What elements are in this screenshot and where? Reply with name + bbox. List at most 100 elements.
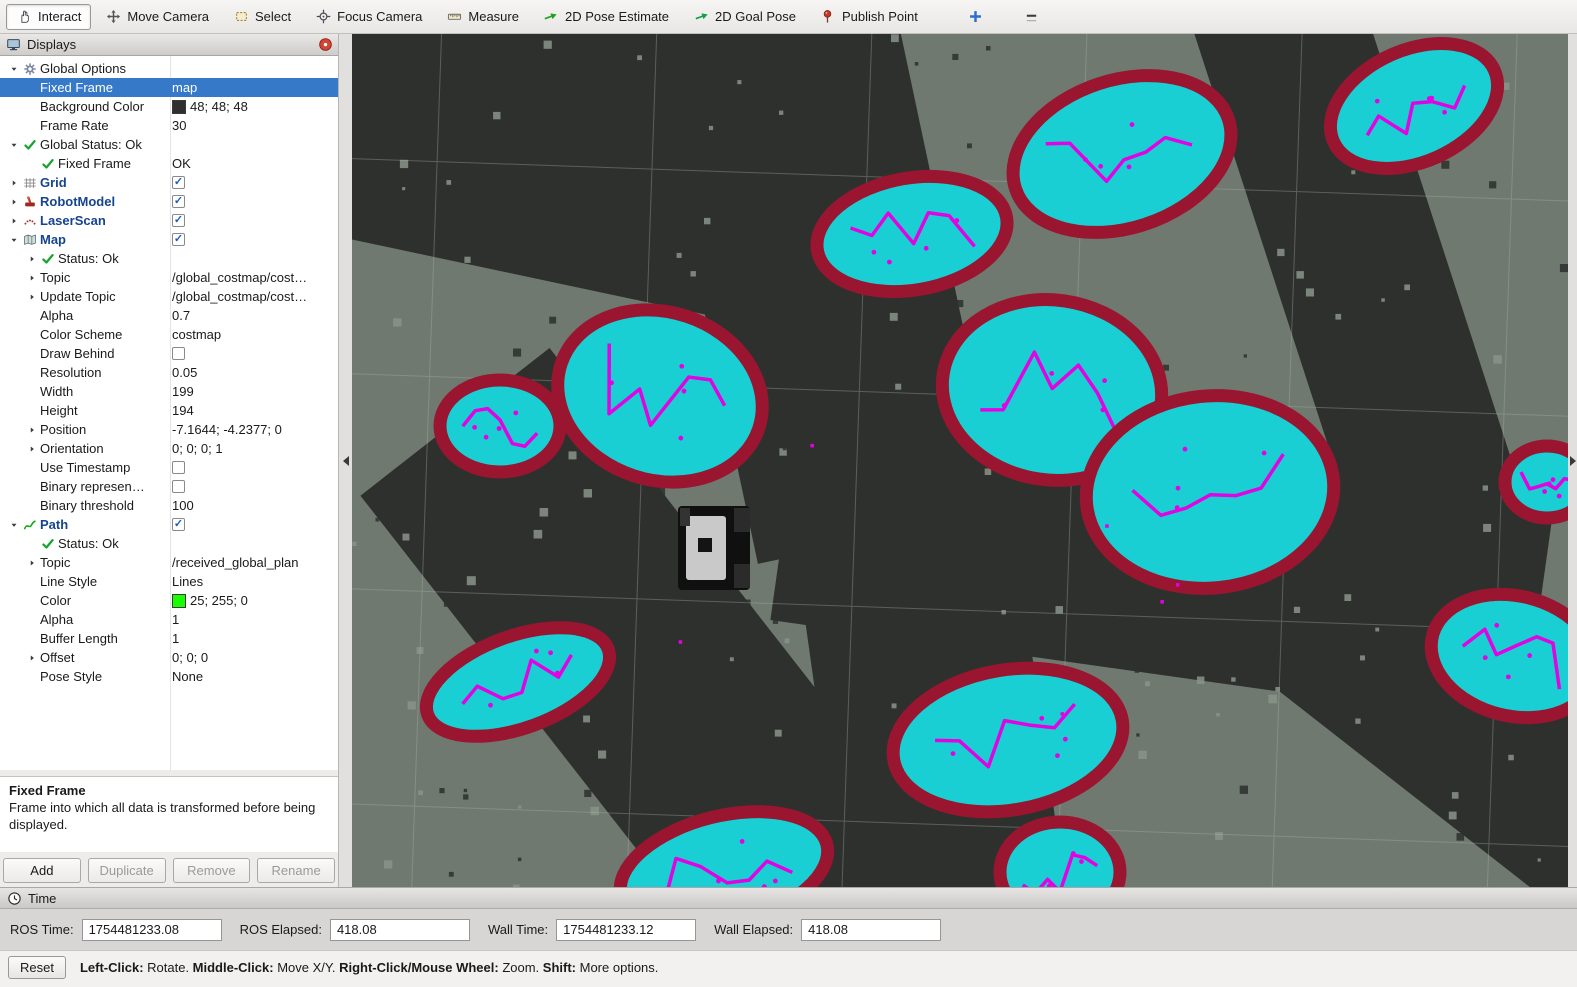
tree-row-offset[interactable]: Offset0; 0; 0 <box>0 648 338 667</box>
property-value[interactable]: 100 <box>172 496 194 515</box>
tree-row-position[interactable]: Position-7.1644; -4.2377; 0 <box>0 420 338 439</box>
property-value[interactable]: OK <box>172 154 191 173</box>
chevron-right-icon[interactable] <box>24 251 40 267</box>
tree-row-buffer-length[interactable]: Buffer Length1 <box>0 629 338 648</box>
wall-elapsed-input[interactable]: 418.08 <box>801 919 941 941</box>
left-splitter[interactable] <box>339 34 353 887</box>
chevron-right-icon[interactable] <box>24 441 40 457</box>
close-icon[interactable] <box>317 37 333 53</box>
property-value[interactable]: 0; 0; 0 <box>172 648 208 667</box>
tree-row-topic[interactable]: Topic/received_global_plan <box>0 553 338 572</box>
property-value[interactable] <box>172 344 185 363</box>
checkbox[interactable]: ✓ <box>172 518 185 531</box>
chevron-right-icon[interactable] <box>6 194 22 210</box>
wall-time-input[interactable]: 1754481233.12 <box>556 919 696 941</box>
property-value[interactable]: /received_global_plan <box>172 553 298 572</box>
property-value[interactable]: 0.05 <box>172 363 197 382</box>
tree-row-color[interactable]: Color25; 255; 0 <box>0 591 338 610</box>
right-splitter[interactable] <box>1568 34 1577 887</box>
property-value[interactable] <box>172 458 185 477</box>
checkbox[interactable]: ✓ <box>172 195 185 208</box>
property-value[interactable]: None <box>172 667 203 686</box>
property-value[interactable]: 194 <box>172 401 194 420</box>
chevron-down-icon[interactable] <box>6 137 22 153</box>
toolbar-button-interact[interactable]: Interact <box>6 4 91 30</box>
property-value[interactable]: 48; 48; 48 <box>172 97 248 116</box>
property-value[interactable] <box>172 477 185 496</box>
checkbox[interactable] <box>172 347 185 360</box>
toolbar-button-2d-goal-pose[interactable]: 2D Goal Pose <box>683 4 806 30</box>
tree-row-binary-threshold[interactable]: Binary threshold100 <box>0 496 338 515</box>
tree-row-frame-rate[interactable]: Frame Rate30 <box>0 116 338 135</box>
property-value[interactable]: /global_costmap/cost… <box>172 287 307 306</box>
chevron-down-icon[interactable] <box>6 232 22 248</box>
property-value[interactable]: ✓ <box>172 230 185 249</box>
chevron-right-icon[interactable] <box>24 555 40 571</box>
property-value[interactable]: 0.7 <box>172 306 190 325</box>
toolbar-button-select[interactable]: Select <box>223 4 301 30</box>
property-value[interactable]: 25; 255; 0 <box>172 591 248 610</box>
toolbar-button-2d-pose-estimate[interactable]: 2D Pose Estimate <box>533 4 679 30</box>
tree-row-pose-style[interactable]: Pose StyleNone <box>0 667 338 686</box>
tree-row-topic[interactable]: Topic/global_costmap/cost… <box>0 268 338 287</box>
tree-row-map[interactable]: Map✓ <box>0 230 338 249</box>
collapse-left-icon[interactable] <box>343 456 349 466</box>
tree-row-resolution[interactable]: Resolution0.05 <box>0 363 338 382</box>
toolbar-button-measure[interactable]: Measure <box>436 4 529 30</box>
property-value[interactable]: Lines <box>172 572 203 591</box>
chevron-down-icon[interactable] <box>6 61 22 77</box>
tree-row-path[interactable]: Path✓ <box>0 515 338 534</box>
add-tool-button[interactable] <box>958 4 994 30</box>
tree-row-orientation[interactable]: Orientation0; 0; 0; 1 <box>0 439 338 458</box>
property-value[interactable]: costmap <box>172 325 221 344</box>
property-value[interactable]: 1 <box>172 610 179 629</box>
chevron-right-icon[interactable] <box>6 175 22 191</box>
property-value[interactable]: 1 <box>172 629 179 648</box>
checkbox[interactable] <box>172 480 185 493</box>
property-value[interactable]: ✓ <box>172 173 185 192</box>
checkbox[interactable]: ✓ <box>172 214 185 227</box>
toolbar-button-publish-point[interactable]: Publish Point <box>810 4 928 30</box>
chevron-right-icon[interactable] <box>24 289 40 305</box>
tree-row-update-topic[interactable]: Update Topic/global_costmap/cost… <box>0 287 338 306</box>
tree-row-global-options[interactable]: Global Options <box>0 59 338 78</box>
property-value[interactable]: /global_costmap/cost… <box>172 268 307 287</box>
collapse-right-icon[interactable] <box>1570 456 1576 466</box>
remove-tool-button[interactable] <box>1014 4 1050 30</box>
3d-viewport[interactable] <box>352 34 1568 887</box>
tree-row-height[interactable]: Height194 <box>0 401 338 420</box>
property-value[interactable]: ✓ <box>172 211 185 230</box>
property-value[interactable]: ✓ <box>172 515 185 534</box>
tree-row-color-scheme[interactable]: Color Schemecostmap <box>0 325 338 344</box>
tree-row-binary-represen[interactable]: Binary represen… <box>0 477 338 496</box>
tree-row-use-timestamp[interactable]: Use Timestamp <box>0 458 338 477</box>
chevron-right-icon[interactable] <box>24 650 40 666</box>
tree-row-fixed-frame[interactable]: Fixed FrameOK <box>0 154 338 173</box>
checkbox[interactable]: ✓ <box>172 233 185 246</box>
ros-elapsed-input[interactable]: 418.08 <box>330 919 470 941</box>
property-value[interactable]: 199 <box>172 382 194 401</box>
toolbar-button-focus-camera[interactable]: Focus Camera <box>305 4 432 30</box>
tree-row-alpha[interactable]: Alpha0.7 <box>0 306 338 325</box>
tree-row-status-ok[interactable]: Status: Ok <box>0 249 338 268</box>
tree-row-grid[interactable]: Grid✓ <box>0 173 338 192</box>
add-button[interactable]: Add <box>3 858 81 883</box>
ros-time-input[interactable]: 1754481233.08 <box>82 919 222 941</box>
chevron-down-icon[interactable] <box>6 517 22 533</box>
toolbar-button-move-camera[interactable]: Move Camera <box>95 4 219 30</box>
property-value[interactable]: map <box>172 78 197 97</box>
tree-row-line-style[interactable]: Line StyleLines <box>0 572 338 591</box>
checkbox[interactable]: ✓ <box>172 176 185 189</box>
property-value[interactable]: 0; 0; 0; 1 <box>172 439 223 458</box>
tree-row-width[interactable]: Width199 <box>0 382 338 401</box>
tree-row-draw-behind[interactable]: Draw Behind <box>0 344 338 363</box>
tree-row-robotmodel[interactable]: RobotModel✓ <box>0 192 338 211</box>
chevron-right-icon[interactable] <box>24 270 40 286</box>
property-value[interactable]: ✓ <box>172 192 185 211</box>
tree-row-status-ok[interactable]: Status: Ok <box>0 534 338 553</box>
tree-row-background-color[interactable]: Background Color48; 48; 48 <box>0 97 338 116</box>
property-value[interactable]: -7.1644; -4.2377; 0 <box>172 420 282 439</box>
tree-row-global-status-ok[interactable]: Global Status: Ok <box>0 135 338 154</box>
property-value[interactable]: 30 <box>172 116 186 135</box>
tree-row-laserscan[interactable]: LaserScan✓ <box>0 211 338 230</box>
